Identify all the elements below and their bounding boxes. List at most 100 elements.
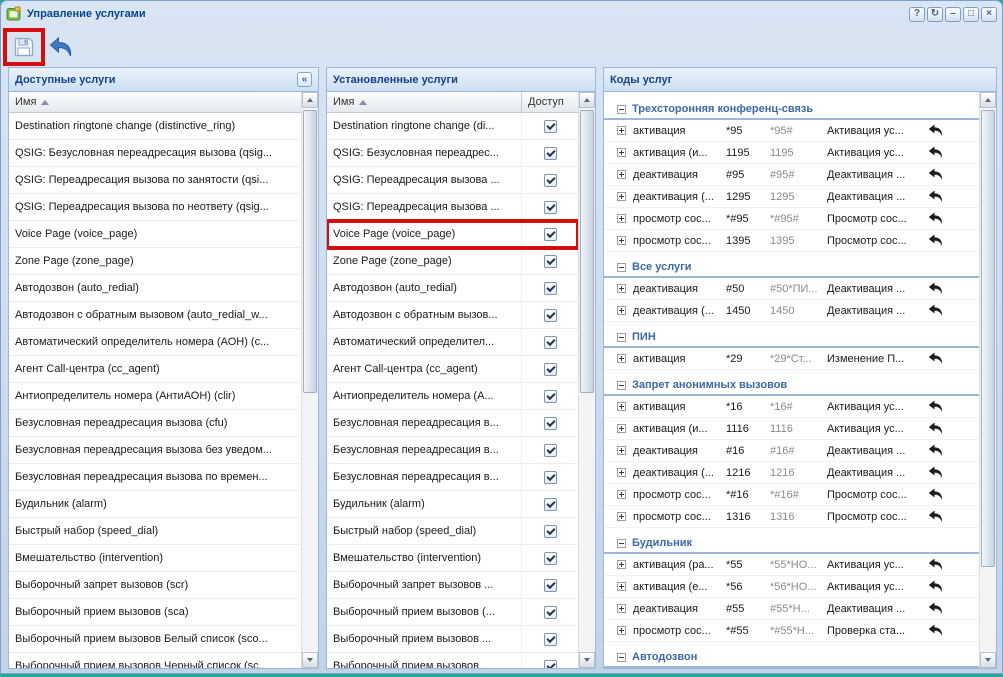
expand-row-icon[interactable] (617, 170, 626, 179)
service-code-row[interactable]: активация*29*29*Ст...Изменение П... (604, 348, 979, 370)
installed-service-row[interactable]: Безусловная переадресация в... (327, 410, 578, 437)
installed-service-row[interactable]: Выборочный запрет вызовов ... (327, 572, 578, 599)
access-checkbox[interactable] (544, 390, 557, 403)
undo-button[interactable] (47, 33, 75, 61)
revert-icon[interactable] (928, 444, 943, 457)
expand-row-icon[interactable] (617, 126, 626, 135)
service-code-row[interactable]: деактивация (...14501450Деактивация ... (604, 300, 979, 322)
installed-service-row[interactable]: Выборочный прием вызовов ... (327, 626, 578, 653)
installed-service-row[interactable]: Быстрый набор (speed_dial) (327, 518, 578, 545)
available-scrollbar[interactable] (301, 92, 318, 668)
service-code-row[interactable]: активация (е...*56*56*НО...Активация ус.… (604, 576, 979, 598)
available-service-row[interactable]: QSIG: Переадресация вызова по неответу (… (9, 194, 301, 221)
available-service-row[interactable]: Вмешательство (intervention) (9, 545, 301, 572)
access-checkbox[interactable] (544, 525, 557, 538)
installed-service-row[interactable]: Zone Page (zone_page) (327, 248, 578, 275)
revert-icon[interactable] (928, 352, 943, 365)
expand-row-icon[interactable] (617, 284, 626, 293)
access-checkbox[interactable] (544, 309, 557, 322)
service-code-row[interactable]: просмотр сос...13161316Просмотр сос... (604, 506, 979, 528)
maximize-button[interactable]: □ (963, 7, 979, 22)
revert-icon[interactable] (928, 466, 943, 479)
close-button[interactable]: × (981, 7, 997, 22)
collapse-group-icon[interactable] (617, 381, 626, 390)
scroll-down-button[interactable] (579, 652, 595, 668)
scroll-track[interactable] (980, 108, 996, 652)
expand-row-icon[interactable] (617, 468, 626, 477)
access-checkbox[interactable] (544, 255, 557, 268)
service-code-row[interactable]: просмотр сос...*#95*#95#Просмотр сос... (604, 208, 979, 230)
revert-icon[interactable] (928, 602, 943, 615)
service-code-row[interactable]: деактивация#50#50*ПИ...Деактивация ... (604, 278, 979, 300)
collapse-group-icon[interactable] (617, 539, 626, 548)
service-code-row[interactable]: активация (и...11951195Активация ус... (604, 142, 979, 164)
available-service-row[interactable]: Destination ringtone change (distinctive… (9, 113, 301, 140)
codes-scrollbar[interactable] (979, 92, 996, 668)
installed-service-row[interactable]: Автодозвон (auto_redial) (327, 275, 578, 302)
column-header-name[interactable]: Имя (9, 92, 301, 112)
scroll-track[interactable] (579, 108, 595, 652)
service-code-row[interactable]: активация (ра...*55*55*НО...Активация ус… (604, 554, 979, 576)
installed-service-row[interactable]: Антиопределитель номера (А... (327, 383, 578, 410)
expand-row-icon[interactable] (617, 306, 626, 315)
collapse-group-icon[interactable] (617, 263, 626, 272)
access-checkbox[interactable] (544, 606, 557, 619)
revert-icon[interactable] (928, 558, 943, 571)
scroll-thumb[interactable] (580, 110, 594, 393)
revert-icon[interactable] (928, 212, 943, 225)
available-service-row[interactable]: Выборочный запрет вызовов (scr) (9, 572, 301, 599)
help-button[interactable]: ? (909, 7, 925, 22)
available-service-row[interactable]: Автодозвон (auto_redial) (9, 275, 301, 302)
expand-row-icon[interactable] (617, 490, 626, 499)
service-group-header[interactable]: Запрет анонимных вызовов (604, 376, 979, 396)
access-checkbox[interactable] (544, 120, 557, 133)
installed-service-row[interactable]: Безусловная переадресация в... (327, 437, 578, 464)
expand-row-icon[interactable] (617, 354, 626, 363)
access-checkbox[interactable] (544, 363, 557, 376)
installed-service-row[interactable]: Автоматический определител... (327, 329, 578, 356)
revert-icon[interactable] (928, 400, 943, 413)
revert-icon[interactable] (928, 282, 943, 295)
scroll-thumb[interactable] (303, 110, 317, 393)
expand-row-icon[interactable] (617, 560, 626, 569)
revert-icon[interactable] (928, 234, 943, 247)
collapse-group-icon[interactable] (617, 105, 626, 114)
service-code-row[interactable]: деактивация (...12161216Деактивация ... (604, 462, 979, 484)
installed-service-row[interactable]: Безусловная переадресация в... (327, 464, 578, 491)
scroll-down-button[interactable] (980, 652, 996, 668)
service-group-header[interactable]: Все услуги (604, 258, 979, 278)
available-service-row[interactable]: Zone Page (zone_page) (9, 248, 301, 275)
access-checkbox[interactable] (544, 660, 557, 669)
access-checkbox[interactable] (544, 498, 557, 511)
access-checkbox[interactable] (544, 471, 557, 484)
revert-icon[interactable] (928, 146, 943, 159)
service-code-row[interactable]: просмотр сос...*#16*#16#Просмотр сос... (604, 484, 979, 506)
service-code-row[interactable]: активация*16*16#Активация ус... (604, 396, 979, 418)
available-service-row[interactable]: Автодозвон с обратным вызовом (auto_redi… (9, 302, 301, 329)
revert-icon[interactable] (928, 304, 943, 317)
expand-row-icon[interactable] (617, 582, 626, 591)
collapse-group-icon[interactable] (617, 653, 626, 662)
access-checkbox[interactable] (544, 147, 557, 160)
installed-service-row[interactable]: Будильник (alarm) (327, 491, 578, 518)
expand-row-icon[interactable] (617, 604, 626, 613)
service-group-header[interactable]: Трехсторонняя конференц-связь (604, 100, 979, 120)
installed-service-row[interactable]: Voice Page (voice_page) (327, 221, 578, 248)
installed-service-row[interactable]: Выборочный прием вызовов (... (327, 599, 578, 626)
refresh-button[interactable]: ↻ (927, 7, 943, 22)
expand-row-icon[interactable] (617, 214, 626, 223)
expand-row-icon[interactable] (617, 192, 626, 201)
expand-row-icon[interactable] (617, 626, 626, 635)
available-service-row[interactable]: Выборочный прием вызовов Черный список (… (9, 653, 301, 668)
available-service-row[interactable]: Безусловная переадресация вызова по врем… (9, 464, 301, 491)
expand-row-icon[interactable] (617, 446, 626, 455)
access-checkbox[interactable] (544, 228, 557, 241)
service-group-header[interactable]: Автодозвон (604, 648, 979, 668)
revert-icon[interactable] (928, 510, 943, 523)
available-service-row[interactable]: Антиопределитель номера (АнтиАОН) (clir) (9, 383, 301, 410)
column-header-access[interactable]: Доступ (521, 92, 578, 112)
available-service-row[interactable]: Выборочный прием вызовов (sca) (9, 599, 301, 626)
service-code-row[interactable]: активация*95*95#Активация ус... (604, 120, 979, 142)
scroll-up-button[interactable] (980, 92, 996, 108)
access-checkbox[interactable] (544, 417, 557, 430)
